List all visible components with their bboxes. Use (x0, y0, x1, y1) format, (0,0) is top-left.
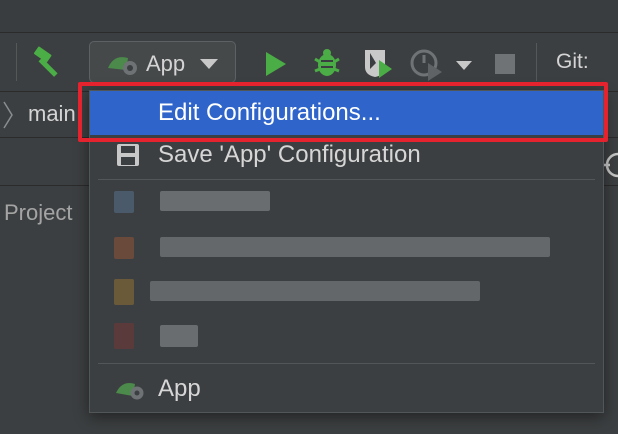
profiler-icon[interactable] (410, 47, 444, 81)
redacted-icon (114, 279, 134, 305)
android-app-icon (116, 383, 144, 400)
breadcrumb-main[interactable]: main (28, 101, 76, 127)
debug-bug-icon[interactable] (312, 47, 342, 79)
build-hammer-icon[interactable] (32, 45, 66, 79)
project-tool-window-label[interactable]: Project (4, 200, 72, 226)
redacted-text (160, 237, 550, 257)
redacted-icon (114, 237, 134, 259)
run-configuration-selector[interactable]: App (89, 41, 236, 83)
run-icon[interactable] (264, 51, 288, 77)
chevron-down-icon (200, 59, 218, 69)
toolbar-separator (16, 43, 17, 81)
menu-separator (98, 179, 595, 180)
redacted-text (150, 281, 480, 301)
menu-separator (98, 363, 595, 364)
redacted-text (160, 191, 270, 211)
highlight-annotation (78, 82, 608, 142)
window-title-bar (0, 0, 618, 32)
redacted-icon (114, 323, 134, 349)
redacted-icon (114, 191, 134, 213)
android-app-icon (108, 57, 137, 75)
git-label: Git: (556, 50, 589, 73)
run-with-coverage-icon[interactable] (362, 47, 394, 79)
stop-icon[interactable] (494, 53, 516, 75)
run-configuration-label: App (146, 51, 186, 76)
menu-item-app-configuration[interactable]: App (90, 367, 603, 411)
redacted-text (160, 325, 198, 347)
chevron-down-icon[interactable] (456, 61, 472, 70)
toolbar-separator (536, 43, 537, 81)
menu-item-label: App (158, 375, 201, 402)
save-icon (117, 144, 139, 166)
menu-item-label: Save 'App' Configuration (158, 141, 421, 168)
breadcrumb-separator-icon (3, 101, 13, 129)
